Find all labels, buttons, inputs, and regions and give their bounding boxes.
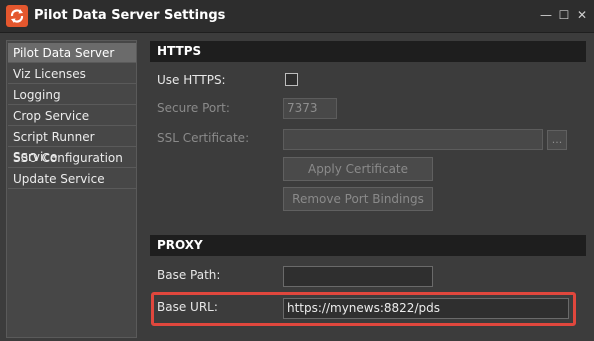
- title-bar: Pilot Data Server Settings — ☐ ✕: [0, 0, 594, 33]
- sidebar-item-pilot-data-server[interactable]: Pilot Data Server: [8, 43, 136, 63]
- ssl-certificate-label: SSL Certificate:: [157, 131, 250, 145]
- secure-port-label: Secure Port:: [157, 101, 230, 115]
- sidebar-item-script-runner-service[interactable]: Script Runner Service: [8, 127, 136, 164]
- base-path-label: Base Path:: [157, 268, 221, 282]
- close-icon[interactable]: ✕: [574, 7, 590, 23]
- sidebar-item-logging[interactable]: Logging: [8, 85, 136, 105]
- minimize-icon[interactable]: —: [538, 7, 554, 23]
- sidebar-item-viz-licenses[interactable]: Viz Licenses: [8, 64, 136, 84]
- settings-sidebar: Pilot Data Server Viz Licenses Logging C…: [6, 40, 137, 338]
- browse-certificate-button[interactable]: ...: [547, 130, 567, 150]
- window-title: Pilot Data Server Settings: [34, 8, 226, 23]
- maximize-icon[interactable]: ☐: [556, 7, 572, 23]
- use-https-checkbox[interactable]: [285, 73, 298, 86]
- ssl-certificate-input[interactable]: [283, 129, 543, 150]
- apply-certificate-button[interactable]: Apply Certificate: [283, 157, 433, 181]
- sidebar-item-update-service[interactable]: Update Service: [8, 169, 136, 189]
- sidebar-item-sso-configuration[interactable]: SSO Configuration: [8, 148, 136, 168]
- base-url-highlight: [151, 292, 576, 326]
- pilot-logo-icon: [6, 5, 28, 27]
- secure-port-input[interactable]: 7373: [283, 98, 337, 119]
- use-https-label: Use HTTPS:: [157, 73, 226, 87]
- https-section-header: HTTPS: [150, 41, 586, 62]
- sidebar-item-crop-service[interactable]: Crop Service: [8, 106, 136, 126]
- base-path-input[interactable]: [283, 266, 433, 287]
- proxy-section-header: PROXY: [150, 235, 586, 256]
- remove-port-bindings-button[interactable]: Remove Port Bindings: [283, 187, 433, 211]
